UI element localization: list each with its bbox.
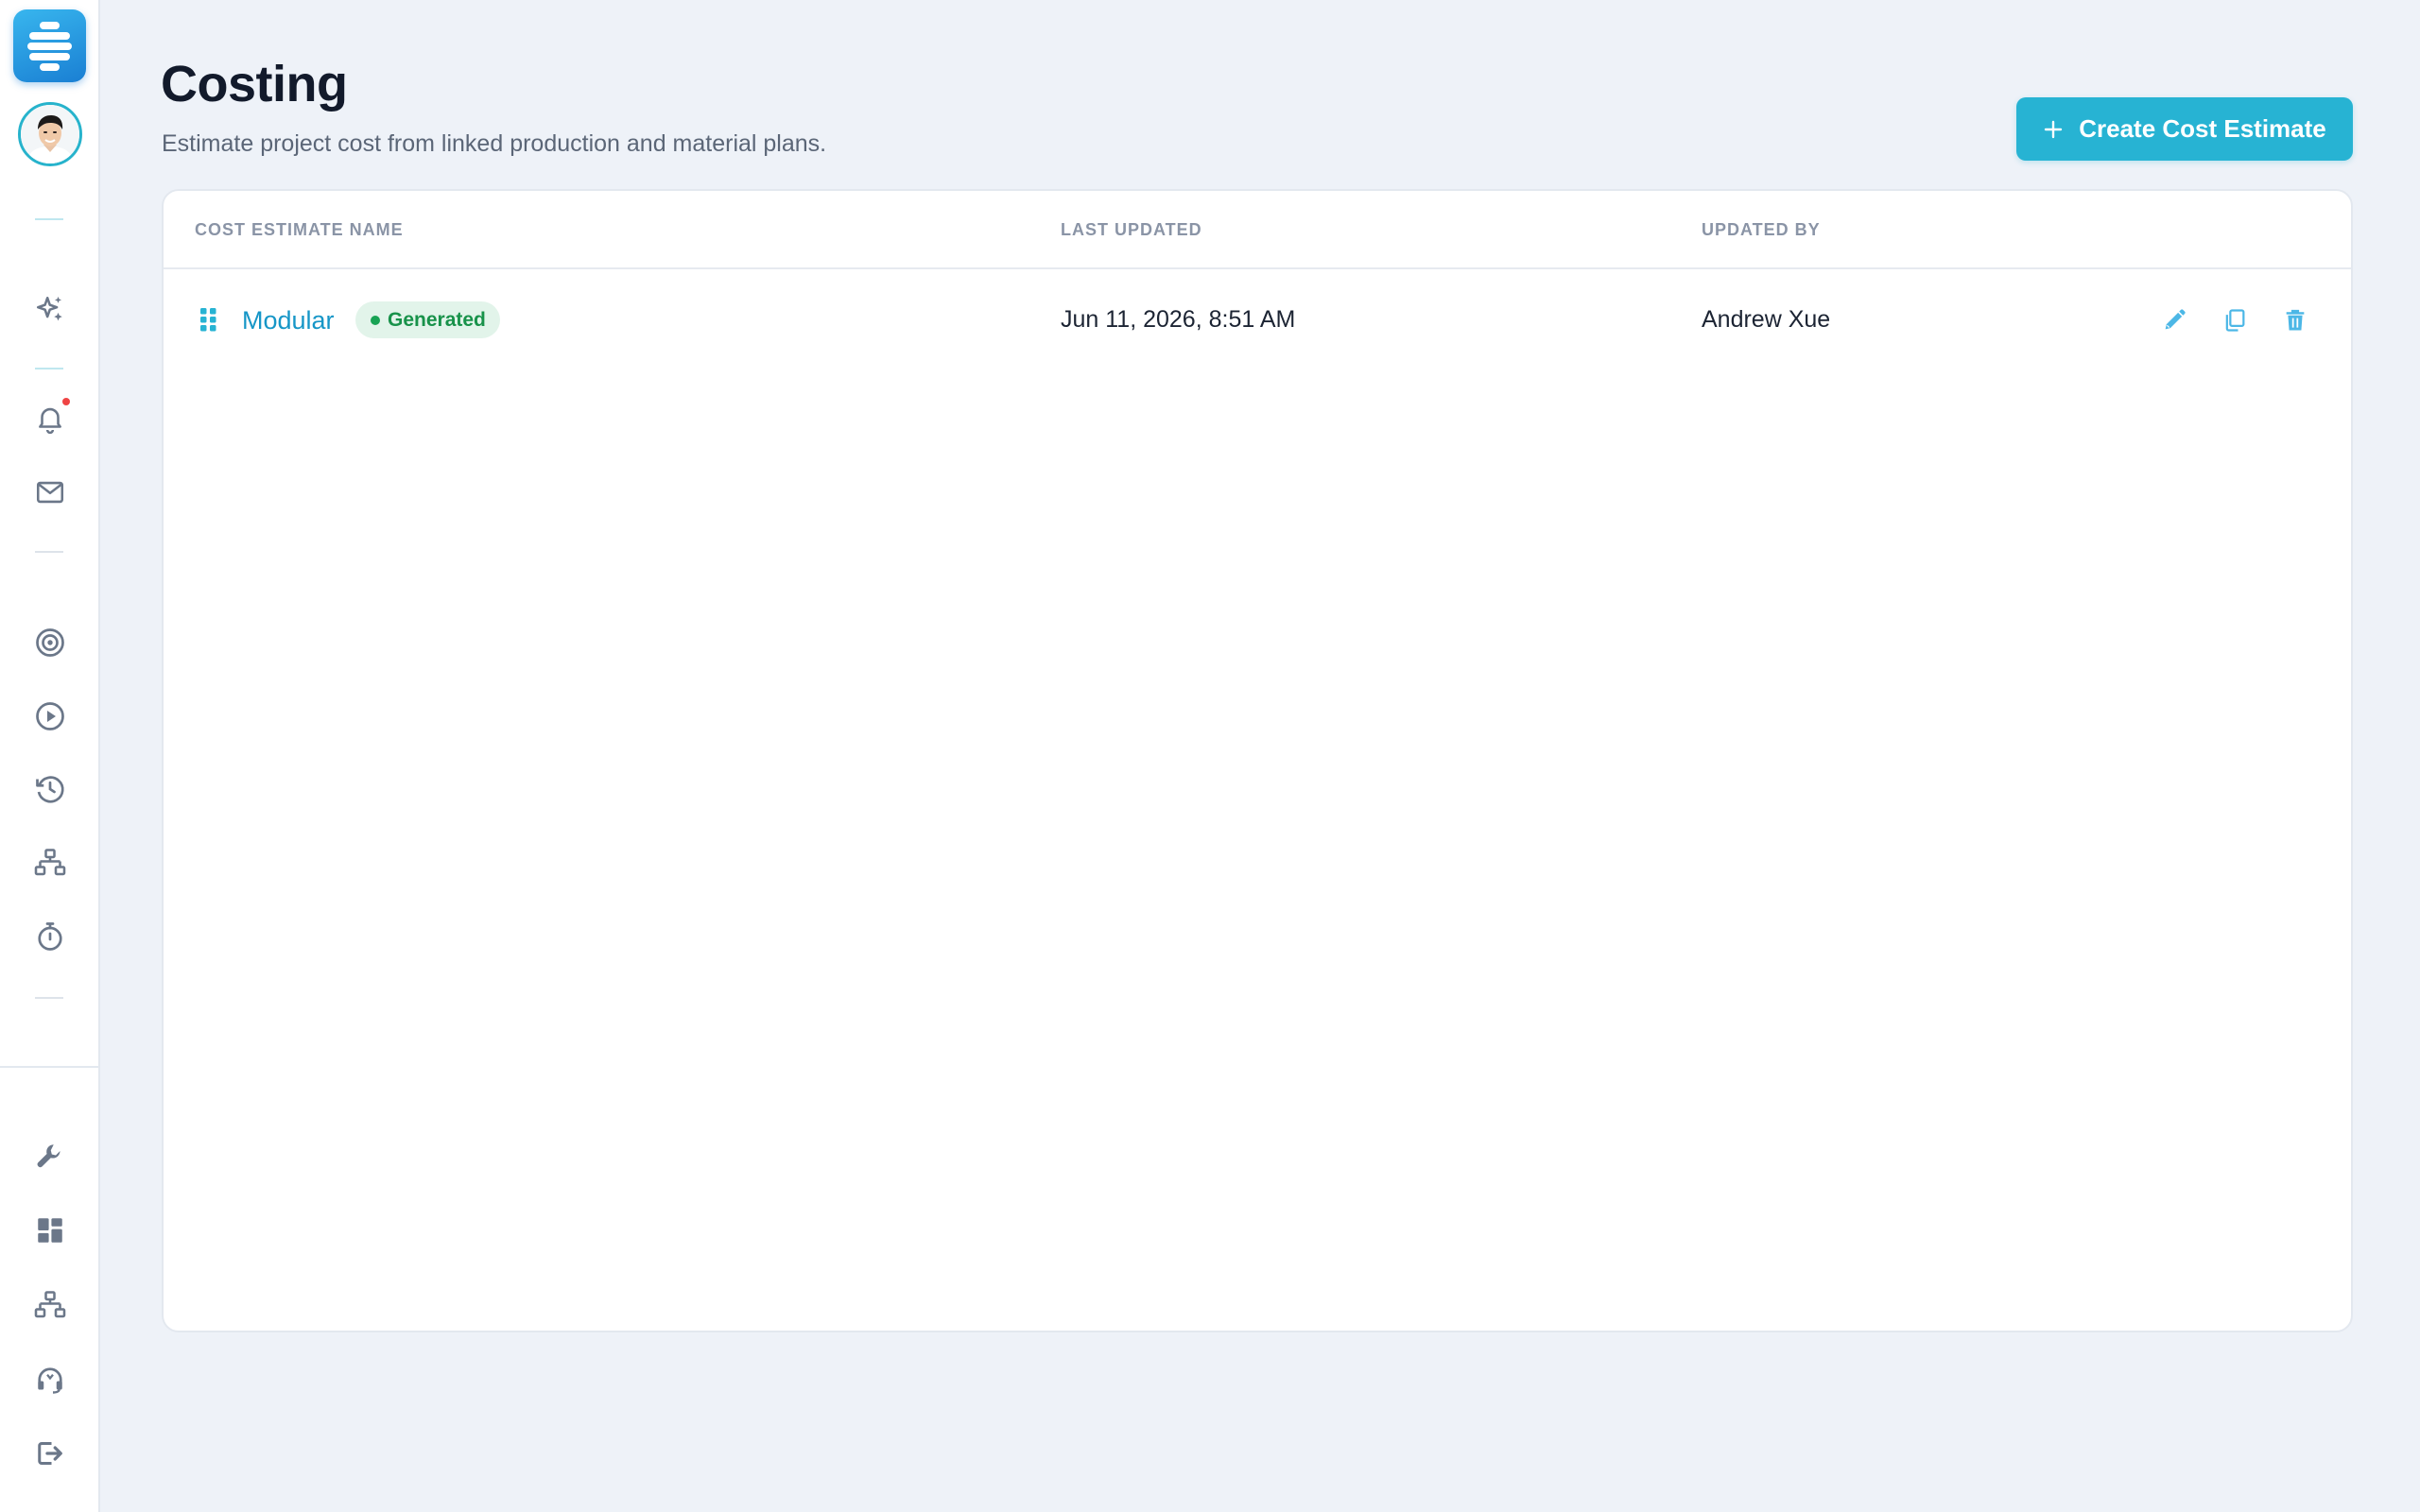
table-header: COST ESTIMATE NAME LAST UPDATED UPDATED …	[164, 191, 2351, 269]
playback-nav[interactable]	[27, 694, 73, 739]
grip-icon	[200, 308, 216, 332]
app-logo[interactable]	[13, 9, 86, 82]
last-updated-cell: Jun 11, 2026, 8:51 AM	[1061, 306, 1296, 333]
support-nav[interactable]	[27, 1357, 73, 1402]
create-cost-estimate-label: Create Cost Estimate	[2079, 114, 2326, 143]
column-header-updated-by[interactable]: UPDATED BY	[1702, 220, 1821, 240]
tools-nav[interactable]	[27, 1134, 73, 1179]
dashboard-nav[interactable]	[27, 1208, 73, 1253]
status-badge: Generated	[355, 301, 500, 338]
logo-icon	[27, 22, 72, 71]
timer-nav[interactable]	[27, 914, 73, 959]
cost-estimate-name-link[interactable]: Modular	[242, 306, 335, 335]
stopwatch-icon	[38, 922, 62, 951]
cost-estimates-table: COST ESTIMATE NAME LAST UPDATED UPDATED …	[162, 189, 2353, 1332]
column-header-name[interactable]: COST ESTIMATE NAME	[195, 220, 404, 240]
hierarchy-icon	[34, 849, 66, 876]
page-subtitle: Estimate project cost from linked produc…	[162, 130, 827, 157]
mail-icon	[36, 481, 64, 504]
history-nav[interactable]	[27, 766, 73, 812]
sparkles-icon	[36, 296, 62, 321]
sidebar-section-separator	[0, 1066, 98, 1068]
create-cost-estimate-button[interactable]: Create Cost Estimate	[2016, 97, 2353, 161]
goals-nav[interactable]	[27, 620, 73, 665]
wrench-icon	[37, 1144, 60, 1168]
headset-icon	[38, 1367, 62, 1394]
column-header-last-updated[interactable]: LAST UPDATED	[1061, 220, 1202, 240]
sidebar-divider	[35, 368, 63, 369]
status-label: Generated	[388, 309, 486, 331]
trash-icon	[2286, 309, 2305, 331]
play-circle-icon	[36, 702, 64, 730]
sidebar-divider	[35, 551, 63, 553]
pencil-icon	[2165, 309, 2186, 330]
copy-icon	[2225, 309, 2245, 332]
notification-dot	[62, 398, 70, 405]
duplicate-button[interactable]	[2216, 301, 2254, 339]
org-chart-icon	[34, 1291, 66, 1318]
avatar-portrait-icon	[21, 105, 79, 163]
logout-icon	[38, 1442, 62, 1465]
table-row[interactable]: Modular Generated Jun 11, 2026, 8:51 AM …	[164, 271, 2351, 366]
target-icon	[36, 628, 64, 657]
drag-handle[interactable]	[199, 307, 218, 332]
sidebar	[0, 0, 100, 1512]
messages-nav[interactable]	[27, 470, 73, 515]
dashboard-grid-icon	[38, 1218, 62, 1243]
hierarchy-nav[interactable]	[27, 840, 73, 885]
org-structure-nav[interactable]	[27, 1282, 73, 1328]
plus-icon	[2045, 120, 2063, 138]
user-avatar[interactable]	[18, 102, 82, 166]
status-dot	[371, 316, 380, 325]
logout-nav[interactable]	[27, 1431, 73, 1476]
sidebar-divider	[35, 218, 63, 220]
ai-assistant-nav[interactable]	[27, 287, 73, 333]
bell-icon	[39, 407, 61, 435]
sidebar-divider	[35, 997, 63, 999]
edit-button[interactable]	[2155, 301, 2193, 339]
delete-button[interactable]	[2276, 301, 2314, 339]
history-icon	[36, 776, 64, 803]
updated-by-cell: Andrew Xue	[1702, 306, 1831, 333]
page-title: Costing	[161, 56, 348, 112]
